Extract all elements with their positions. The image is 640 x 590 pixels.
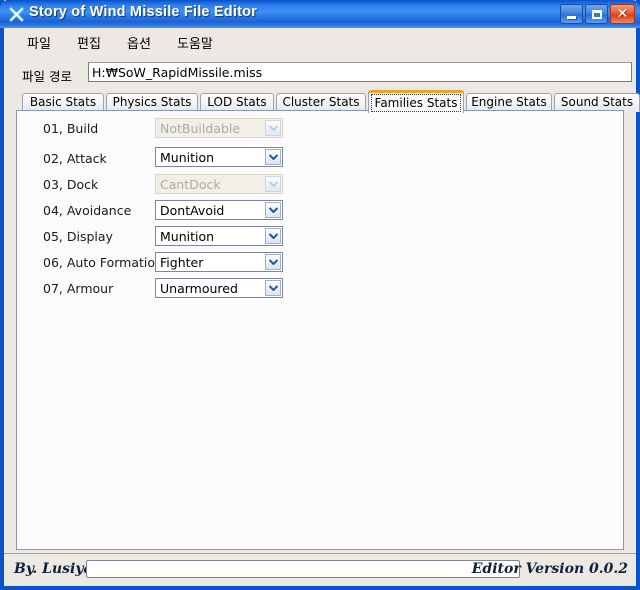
- tab-label: Families Stats: [371, 94, 461, 112]
- combo-build: NotBuildable: [155, 118, 283, 138]
- tab-label: Basic Stats: [29, 95, 97, 109]
- row-label-dock: 03, Dock: [43, 177, 99, 192]
- combo-avoidance[interactable]: DontAvoid: [155, 200, 283, 220]
- file-path-input[interactable]: H:₩SoW_RapidMissile.miss: [88, 62, 632, 82]
- row-label-attack: 02, Attack: [43, 151, 107, 166]
- file-path-label: 파일 경로: [22, 69, 72, 84]
- combo-armour-value: Unarmoured: [160, 281, 238, 296]
- tab-label: Sound Stats: [560, 95, 634, 109]
- combo-auto-formation-value: Fighter: [160, 255, 204, 270]
- row-label-build: 01, Build: [43, 121, 99, 136]
- tab-families-stats[interactable]: Families Stats: [368, 90, 464, 113]
- combo-dock: CantDock: [155, 174, 283, 194]
- tab-label: LOD Stats: [207, 95, 267, 109]
- chevron-down-icon[interactable]: [265, 228, 281, 244]
- chevron-down-icon: [265, 176, 281, 192]
- row-label-display: 05, Display: [43, 229, 113, 244]
- chevron-down-icon[interactable]: [265, 280, 281, 296]
- chevron-down-icon: [265, 120, 281, 136]
- version-label: Editor Version 0.0.2: [471, 561, 628, 577]
- combo-avoidance-value: DontAvoid: [160, 203, 225, 218]
- maximize-icon: [591, 9, 602, 19]
- combo-dock-value: CantDock: [160, 177, 221, 192]
- menu-item-edit[interactable]: 편집: [72, 32, 106, 53]
- combo-armour[interactable]: Unarmoured: [155, 278, 283, 298]
- menu-item-options[interactable]: 옵션: [122, 32, 156, 53]
- chevron-down-icon[interactable]: [265, 149, 281, 165]
- families-stats-panel: 01, Build NotBuildable 02, Attack Muniti…: [16, 110, 624, 550]
- menu-item-help[interactable]: 도움말: [172, 32, 218, 53]
- title-bar[interactable]: Story of Wind Missile File Editor ✕: [0, 0, 640, 28]
- tab-label: Engine Stats: [471, 95, 547, 109]
- combo-attack-value: Munition: [160, 150, 215, 165]
- combo-display-value: Munition: [160, 229, 215, 244]
- minimize-icon: [567, 15, 576, 19]
- row-label-armour: 07, Armour: [43, 281, 114, 296]
- status-bar: By. Lusiyan Editor Version 0.0.2: [4, 553, 636, 586]
- tab-strip: Basic Stats Physics Stats LOD Stats Clus…: [16, 90, 640, 113]
- menu-bar: 파일 편집 옵션 도움말: [4, 28, 636, 52]
- combo-build-value: NotBuildable: [160, 121, 241, 136]
- application-window: Story of Wind Missile File Editor ✕ 파일 편…: [0, 0, 640, 590]
- close-icon: ✕: [616, 6, 629, 22]
- chevron-down-icon[interactable]: [265, 254, 281, 270]
- row-label-auto-formation: 06, Auto Formation: [43, 255, 163, 270]
- menu-item-file[interactable]: 파일: [22, 32, 56, 53]
- tab-label: Physics Stats: [112, 95, 192, 109]
- tab-label: Cluster Stats: [282, 95, 360, 109]
- chevron-down-icon[interactable]: [265, 202, 281, 218]
- status-message-input[interactable]: [86, 560, 520, 578]
- combo-attack[interactable]: Munition: [155, 147, 283, 167]
- combo-auto-formation[interactable]: Fighter: [155, 252, 283, 272]
- combo-display[interactable]: Munition: [155, 226, 283, 246]
- app-star-icon: [7, 5, 25, 23]
- window-title: Story of Wind Missile File Editor: [29, 4, 258, 20]
- minimize-button[interactable]: [560, 4, 583, 24]
- maximize-button[interactable]: [585, 4, 608, 24]
- row-label-avoidance: 04, Avoidance: [43, 203, 132, 218]
- close-button[interactable]: ✕: [610, 4, 635, 24]
